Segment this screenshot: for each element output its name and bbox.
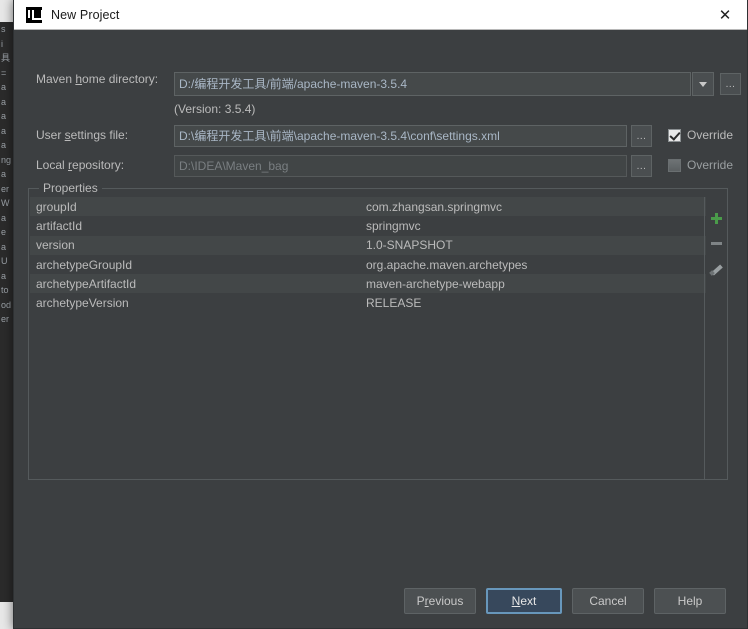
local-repository-override-checkbox[interactable]: Override (668, 158, 733, 172)
local-repository-label-row: Local repository: (36, 158, 124, 172)
local-repository-override-label: Override (687, 158, 734, 172)
maven-home-input[interactable]: D:/编程开发工具/前端/apache-maven-3.5.4 (174, 72, 691, 96)
property-key: groupId (36, 199, 77, 214)
property-key: archetypeVersion (36, 296, 129, 311)
table-row[interactable]: archetypeGroupId org.apache.maven.archety… (30, 255, 706, 274)
help-button[interactable]: Help (654, 588, 726, 614)
property-value: springmvc (366, 218, 421, 233)
table-row[interactable]: groupId com.zhangsan.springmvc (30, 197, 706, 217)
maven-home-label: Maven home directory: (36, 72, 159, 86)
property-key: archetypeArtifactId (36, 276, 137, 291)
checkbox-unchecked-icon (668, 158, 681, 172)
dialog-title: New Project (51, 7, 120, 22)
property-value: org.apache.maven.archetypes (366, 257, 528, 272)
user-settings-override-label: Override (687, 128, 734, 142)
next-button[interactable]: Next (486, 588, 562, 614)
user-settings-label: User settings file: (36, 128, 129, 142)
property-value: maven-archetype-webapp (366, 276, 505, 291)
properties-table[interactable]: groupId com.zhangsan.springmvc artifactId s… (30, 197, 706, 479)
pencil-icon (710, 263, 722, 275)
chevron-down-icon (699, 81, 707, 87)
close-icon[interactable]: ✕ (703, 0, 747, 29)
plus-icon (710, 213, 722, 224)
maven-version-text: (Version: 3.5.4) (174, 102, 256, 116)
user-settings-browse-button[interactable]: ... (631, 125, 652, 147)
local-repository-label: Local repository: (36, 158, 125, 172)
property-value: com.zhangsan.springmvc (366, 199, 503, 214)
property-value: 1.0-SNAPSHOT (366, 238, 453, 253)
dialog-content: Maven home directory: D:/编程开发工具/前端/apach… (14, 30, 747, 628)
maven-home-label-row: Maven home directory: (36, 72, 158, 86)
new-project-dialog: New Project ✕ Maven home directory: D:/编… (13, 0, 748, 629)
minus-icon (710, 242, 722, 245)
property-value: RELEASE (366, 296, 422, 311)
dialog-title-bar: New Project ✕ (14, 0, 747, 30)
cancel-button[interactable]: Cancel (572, 588, 644, 614)
dialog-footer: Pr evious Next Cancel Help (14, 588, 747, 614)
properties-panel: Properties groupId com.zhangsan.springmvc… (28, 181, 728, 480)
user-settings-input[interactable]: D:\编程开发工具\前端\apache-maven-3.5.4\conf\set… (174, 125, 627, 147)
add-property-button[interactable] (706, 206, 727, 231)
table-row[interactable]: version 1.0-SNAPSHOT (30, 235, 706, 255)
checkbox-checked-icon (668, 128, 681, 142)
remove-property-button[interactable] (706, 231, 727, 256)
property-key: version (36, 238, 75, 253)
local-repository-input[interactable]: D:\IDEA\Maven_bag (174, 155, 627, 177)
intellij-idea-logo-icon (26, 6, 43, 23)
properties-legend: Properties (39, 181, 102, 195)
table-row[interactable]: archetypeVersion RELEASE (30, 293, 706, 312)
maven-home-browse-button[interactable]: ... (720, 73, 741, 95)
user-settings-label-row: User settings file: (36, 128, 128, 142)
user-settings-override-checkbox[interactable]: Override (668, 128, 733, 142)
properties-toolbar (704, 197, 727, 479)
table-row[interactable]: archetypeArtifactId maven-archetype-webap… (30, 274, 706, 294)
property-key: archetypeGroupId (36, 257, 133, 272)
maven-home-dropdown-button[interactable] (692, 72, 714, 96)
previous-button[interactable]: Pr evious (404, 588, 476, 614)
edit-property-button[interactable] (706, 256, 727, 281)
property-key: artifactId (36, 218, 83, 233)
local-repository-browse-button[interactable]: ... (631, 155, 652, 177)
table-row[interactable]: artifactId springmvc (30, 216, 706, 235)
